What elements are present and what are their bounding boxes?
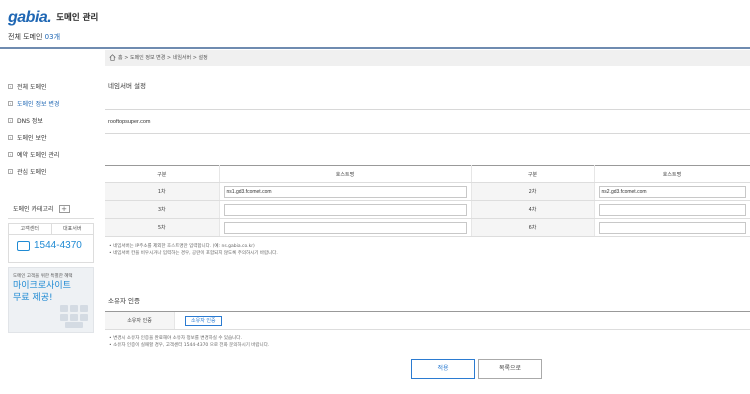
- add-category-button[interactable]: +: [58, 204, 70, 213]
- owner-notes: • 변경시 소유자 인증을 완료해야 소유자 정보를 변경하실 수 있습니다. …: [109, 335, 269, 349]
- domain-name: rooftopsuper.com: [108, 119, 151, 125]
- breadcrumb-text: 홈 > 도메인 정보 변경 > 네임서버 > 설정: [118, 55, 208, 61]
- table-row: 3차 4차: [105, 200, 750, 219]
- nameserver-notes: • 네임서버는 IP주소를 제외한 호스트명만 입력합니다. (예: ns.ga…: [109, 243, 278, 257]
- sidebar-item-label: 관심 도메인: [17, 169, 47, 176]
- sidebar-item-label: 전체 도메인: [17, 84, 47, 91]
- nameserver-1-input[interactable]: ns1.gd3.fcomet.com: [223, 185, 467, 198]
- chevron-right-icon: ›: [8, 152, 13, 157]
- sidebar-item-reserved-domains[interactable]: › 예약 도메인 관리: [8, 146, 96, 163]
- column-header: 호스트명: [594, 165, 750, 183]
- banner-headline-line1: 마이크로사이트: [13, 281, 71, 291]
- sidebar-item-label: 도메인 보안: [17, 135, 47, 142]
- domain-count-value[interactable]: 03개: [45, 33, 60, 41]
- chevron-right-icon: ›: [8, 118, 13, 123]
- table-row: 1차 ns1.gd3.fcomet.com 2차 ns2.gd3.fcomet.…: [105, 182, 750, 201]
- row-label: 5차: [105, 218, 220, 237]
- table-header-row: 구분 호스트명 구분 호스트명: [105, 165, 750, 183]
- note-line: • 소유자 인증이 실패할 경우, 고객센터 1544-4370 으로 전화 문…: [109, 343, 270, 348]
- back-to-list-button[interactable]: 목록으로: [478, 359, 542, 379]
- support-box: 고객센터 대표서버 1544-4370: [8, 223, 94, 263]
- nameserver-2-input[interactable]: ns2.gd3.fcomet.com: [598, 185, 746, 198]
- chat-bubble-icon: [17, 240, 30, 251]
- owner-label: 소유자 인증: [105, 312, 175, 329]
- owner-verify-button[interactable]: 소유자 인증: [185, 316, 222, 326]
- chevron-right-icon: ›: [8, 84, 13, 89]
- row-label: 4차: [471, 200, 595, 219]
- sidebar-item-label: 예약 도메인 관리: [17, 152, 60, 159]
- note-line: • 네임서버 칸을 비우시거나 입력하는 경우, 공란이 포함되지 않도록 주의…: [109, 251, 278, 256]
- sidebar-item-all-domains[interactable]: › 전체 도메인: [8, 78, 96, 95]
- divider: [105, 109, 750, 110]
- row-label: 1차: [105, 182, 220, 201]
- nameserver-6-input[interactable]: [598, 221, 746, 234]
- note-line: • 네임서버는 IP주소를 제외한 호스트명만 입력합니다. (예: ns.ga…: [109, 244, 255, 249]
- support-phone: 1544-4370: [9, 235, 93, 251]
- chevron-right-icon: ›: [8, 169, 13, 174]
- tab-customer-center[interactable]: 고객센터: [9, 224, 51, 234]
- gabia-logo[interactable]: gabia.: [8, 9, 52, 27]
- sidebar-item-domain-info-change[interactable]: › 도메인 정보 변경: [8, 95, 96, 112]
- column-header: 구분: [105, 165, 220, 183]
- apply-button[interactable]: 적용: [411, 359, 475, 379]
- divider: [105, 133, 750, 134]
- header-divider: [0, 47, 750, 49]
- nameserver-4-input[interactable]: [598, 203, 746, 216]
- note-line: • 변경시 소유자 인증을 완료해야 소유자 정보를 변경하실 수 있습니다.: [109, 336, 242, 341]
- domain-count: 전체 도메인 03개: [8, 32, 60, 42]
- page-title: 도메인 관리: [56, 13, 99, 23]
- table-row: 5차 6차: [105, 218, 750, 237]
- sidebar-item-domain-security[interactable]: › 도메인 보안: [8, 129, 96, 146]
- support-tabs: 고객센터 대표서버: [9, 224, 93, 235]
- sidebar-item-label: DNS 정보: [17, 118, 43, 125]
- domain-count-label: 전체 도메인: [8, 33, 45, 41]
- owner-section-title: 소유자 인증: [108, 297, 140, 305]
- nameserver-5-input[interactable]: [223, 221, 467, 234]
- column-header: 구분: [471, 165, 595, 183]
- row-label: 3차: [105, 200, 220, 219]
- chevron-right-icon: ›: [8, 135, 13, 140]
- column-header: 호스트명: [219, 165, 472, 183]
- tab-main-server[interactable]: 대표서버: [50, 224, 94, 234]
- nameserver-table: 구분 호스트명 구분 호스트명 1차 ns1.gd3.fcomet.com 2차…: [105, 165, 750, 237]
- sidebar-item-dns-info[interactable]: › DNS 정보: [8, 112, 96, 129]
- domain-category: 도메인 카테고리 +: [8, 199, 94, 219]
- chevron-right-icon: ›: [8, 101, 13, 106]
- owner-verification-row: 소유자 인증 소유자 인증: [105, 311, 750, 330]
- nameserver-section-title: 네임서버 설정: [108, 82, 146, 90]
- breadcrumb: 홈 > 도메인 정보 변경 > 네임서버 > 설정: [105, 50, 750, 66]
- keyboard-illustration: [60, 305, 88, 328]
- row-label: 2차: [471, 182, 595, 201]
- sidebar-item-label: 도메인 정보 변경: [17, 101, 60, 108]
- microsite-banner[interactable]: 도메인 고객을 위한 특별한 혜택 마이크로사이트 무료 제공!: [8, 267, 94, 333]
- support-phone-number: 1544-4370: [34, 240, 82, 251]
- home-icon[interactable]: [109, 54, 116, 61]
- sidebar-item-watched-domains[interactable]: › 관심 도메인: [8, 163, 96, 180]
- sidebar: › 전체 도메인 › 도메인 정보 변경 › DNS 정보 › 도메인 보안 ›…: [8, 78, 96, 180]
- brand: gabia. 도메인 관리: [8, 9, 99, 27]
- banner-caption: 도메인 고객을 위한 특별한 혜택: [13, 274, 73, 279]
- domain-category-label: 도메인 카테고리: [13, 206, 54, 213]
- row-label: 6차: [471, 218, 595, 237]
- nameserver-3-input[interactable]: [223, 203, 467, 216]
